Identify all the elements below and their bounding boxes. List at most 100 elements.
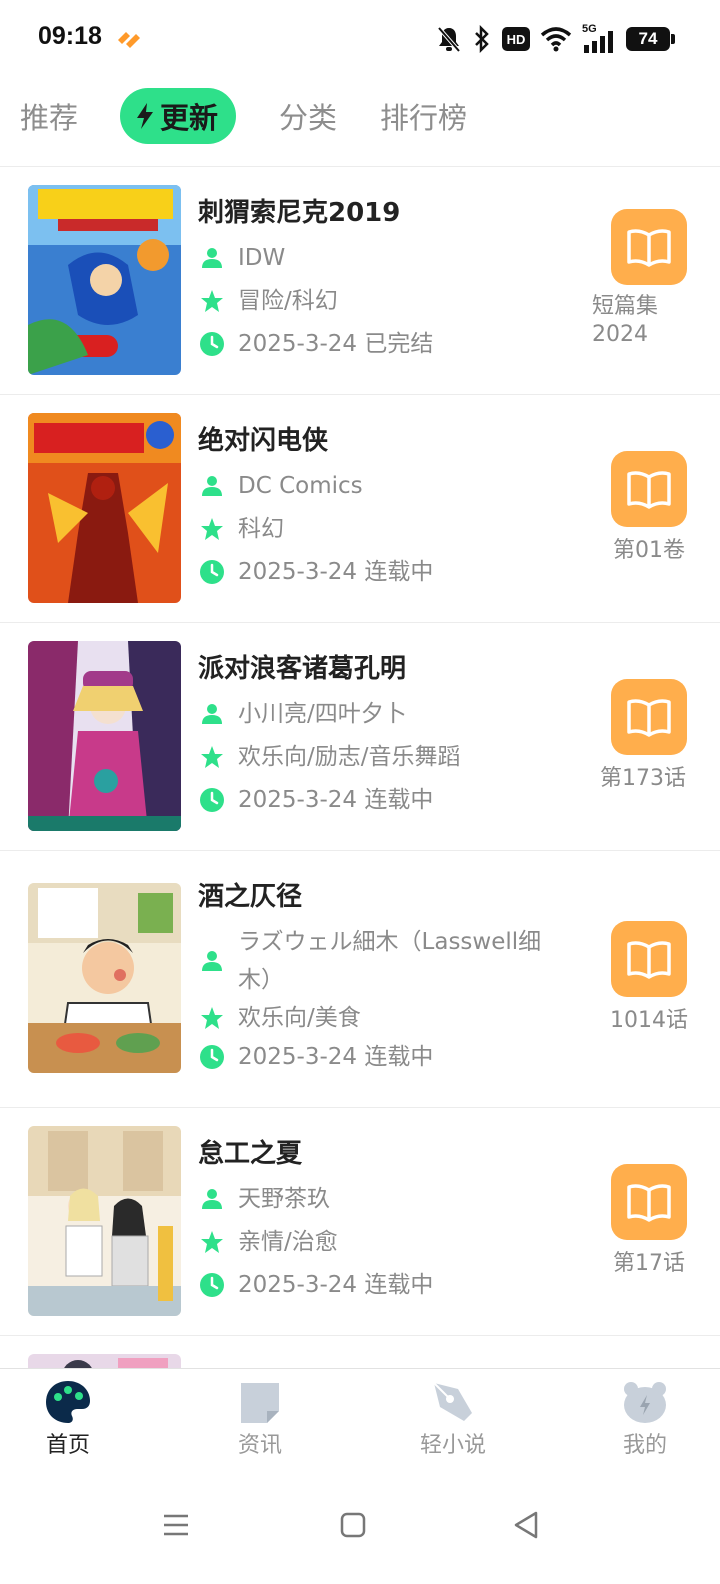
book-icon bbox=[627, 471, 671, 509]
comic-title: 怠工之夏 bbox=[198, 1139, 303, 1169]
author-row: 天野茶玖 bbox=[198, 1180, 558, 1218]
clock-icon bbox=[198, 781, 226, 819]
tab-updates[interactable]: 更新 bbox=[120, 88, 237, 144]
comic-title: 绝对闪电侠 bbox=[198, 426, 329, 456]
star-icon bbox=[198, 738, 226, 776]
pen-nib-icon bbox=[433, 1382, 472, 1421]
status-bar: 09:18 HD 5G 74 bbox=[0, 0, 720, 78]
genres: 欢乐向/励志/音乐舞蹈 bbox=[238, 744, 461, 770]
book-icon bbox=[627, 229, 671, 267]
system-nav-bar bbox=[0, 1478, 720, 1584]
status-time: 09:18 bbox=[38, 22, 102, 50]
cover-image[interactable] bbox=[28, 883, 181, 1073]
book-icon bbox=[627, 699, 671, 737]
read-button[interactable] bbox=[611, 921, 687, 997]
date-status: 2025-3-24 连载中 bbox=[238, 559, 434, 585]
nav-news[interactable]: 资讯 bbox=[200, 1379, 320, 1459]
genre-row: 冒险/科幻 bbox=[198, 282, 558, 320]
star-icon bbox=[198, 510, 226, 548]
genre-row: 欢乐向/美食 bbox=[198, 999, 558, 1037]
clock-icon bbox=[198, 553, 226, 591]
nav-label: 资讯 bbox=[237, 1433, 282, 1458]
comic-list: 刺猬索尼克2019 IDW 冒险/科幻 2025-3-24 已完结 短篇集 20… bbox=[0, 167, 720, 1376]
author-row: IDW bbox=[198, 239, 558, 277]
menu-icon[interactable] bbox=[163, 1512, 189, 1538]
star-icon bbox=[198, 1223, 226, 1261]
person-icon bbox=[198, 239, 226, 277]
nav-profile[interactable]: 我的 bbox=[585, 1379, 705, 1459]
hd-badge: HD bbox=[502, 27, 530, 51]
read-button[interactable] bbox=[611, 209, 687, 285]
list-item[interactable]: 酒之仄径 ラズウェル細木（Lasswell细木） 欢乐向/美食 2025-3-2… bbox=[0, 851, 720, 1108]
date-status: 2025-3-24 连载中 bbox=[238, 1044, 434, 1070]
tab-label: 分类 bbox=[279, 101, 338, 135]
read-button[interactable] bbox=[611, 679, 687, 755]
clock-icon bbox=[198, 325, 226, 363]
bottom-nav: 首页 资讯 轻小说 我的 bbox=[0, 1368, 720, 1478]
comic-title: 刺猬索尼克2019 bbox=[198, 198, 401, 228]
date-status: 2025-3-24 已完结 bbox=[238, 331, 434, 357]
comic-title: 派对浪客诸葛孔明 bbox=[198, 654, 407, 684]
star-icon bbox=[198, 999, 226, 1037]
tab-label: 推荐 bbox=[20, 101, 79, 135]
read-button[interactable] bbox=[611, 451, 687, 527]
cover-image[interactable] bbox=[28, 185, 181, 375]
author: IDW bbox=[238, 245, 286, 271]
cover-image[interactable] bbox=[28, 1126, 181, 1316]
latest-chapter: 第17话 bbox=[613, 1251, 685, 1276]
nav-label: 轻小说 bbox=[419, 1433, 486, 1458]
genre-row: 科幻 bbox=[198, 510, 558, 548]
cover-image[interactable] bbox=[28, 641, 181, 831]
status-icons: HD 5G 74 bbox=[436, 22, 675, 56]
genres: 亲情/治愈 bbox=[238, 1229, 338, 1255]
note-icon bbox=[241, 1383, 279, 1423]
wifi-icon bbox=[540, 27, 572, 52]
bell-muted-icon bbox=[437, 26, 461, 53]
bear-icon bbox=[624, 1382, 666, 1423]
palette-icon bbox=[46, 1381, 90, 1423]
latest-chapter: 第01卷 bbox=[613, 538, 685, 563]
star-icon bbox=[198, 282, 226, 320]
author-row: 小川亮/四叶夕卜 bbox=[198, 695, 558, 733]
tab-label: 更新 bbox=[160, 101, 219, 135]
comic-title: 酒之仄径 bbox=[198, 882, 303, 912]
bluetooth-icon bbox=[475, 25, 489, 53]
date-status: 2025-3-24 连载中 bbox=[238, 787, 434, 813]
genres: 冒险/科幻 bbox=[238, 288, 338, 314]
book-icon bbox=[627, 1184, 671, 1222]
tab-recommend[interactable]: 推荐 bbox=[20, 88, 78, 144]
date-row: 2025-3-24 连载中 bbox=[198, 1038, 558, 1076]
author: ラズウェル細木（Lasswell细木） bbox=[238, 929, 542, 993]
read-button[interactable] bbox=[611, 1164, 687, 1240]
back-triangle-icon[interactable] bbox=[512, 1510, 540, 1540]
list-item[interactable]: 刺猬索尼克2019 IDW 冒险/科幻 2025-3-24 已完结 短篇集 20… bbox=[0, 167, 720, 395]
date-row: 2025-3-24 连载中 bbox=[198, 781, 558, 819]
person-icon bbox=[198, 695, 226, 733]
book-icon bbox=[627, 941, 671, 979]
author-row: ラズウェル細木（Lasswell细木） bbox=[198, 923, 558, 999]
author: DC Comics bbox=[238, 473, 363, 499]
list-item[interactable]: 派对浪客诸葛孔明 小川亮/四叶夕卜 欢乐向/励志/音乐舞蹈 2025-3-24 … bbox=[0, 623, 720, 851]
genres: 科幻 bbox=[238, 516, 284, 542]
date-row: 2025-3-24 已完结 bbox=[198, 325, 558, 363]
cellular-signal-icon: 5G bbox=[582, 23, 616, 53]
list-item[interactable]: 绝对闪电侠 DC Comics 科幻 2025-3-24 连载中 第01卷 bbox=[0, 395, 720, 623]
author: 小川亮/四叶夕卜 bbox=[238, 701, 407, 727]
cover-image[interactable] bbox=[28, 413, 181, 603]
latest-chapter: 短篇集 2024 bbox=[592, 294, 659, 347]
genre-row: 亲情/治愈 bbox=[198, 1223, 558, 1261]
tab-rankings[interactable]: 排行榜 bbox=[380, 88, 467, 144]
list-item[interactable]: 怠工之夏 天野茶玖 亲情/治愈 2025-3-24 连载中 第17话 bbox=[0, 1108, 720, 1336]
clock-icon bbox=[198, 1266, 226, 1304]
nav-home[interactable]: 首页 bbox=[8, 1379, 128, 1459]
nav-light-novel[interactable]: 轻小说 bbox=[393, 1379, 513, 1459]
tab-categories[interactable]: 分类 bbox=[279, 88, 337, 144]
home-square-icon[interactable] bbox=[340, 1512, 366, 1538]
lightning-icon bbox=[137, 103, 153, 129]
genres: 欢乐向/美食 bbox=[238, 1005, 361, 1031]
latest-chapter: 1014话 bbox=[610, 1008, 688, 1033]
date-status: 2025-3-24 连载中 bbox=[238, 1272, 434, 1298]
person-icon bbox=[198, 923, 226, 999]
latest-chapter: 第173话 bbox=[600, 766, 686, 791]
nav-label: 首页 bbox=[45, 1433, 90, 1458]
